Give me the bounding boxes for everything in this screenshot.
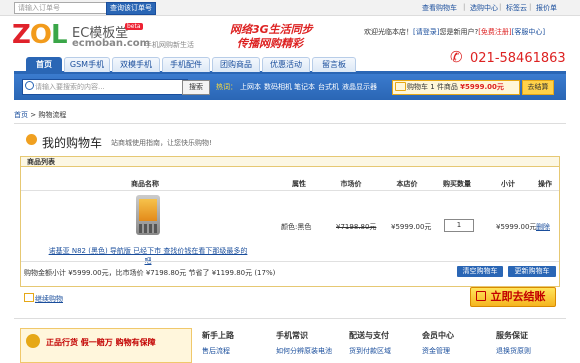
clear-cart-button[interactable]: 清空购物车 [457,266,503,277]
order-number-input[interactable]: 请输入订单号 [14,2,110,14]
footer-link[interactable]: 资金管理 [422,346,450,356]
guarantee-text: 正品行货 假一赔万 购物有保障 [46,338,156,347]
update-cart-button[interactable]: 更新购物车 [508,266,556,277]
medal-icon [26,334,40,348]
product-image-keypad [139,224,157,233]
footer-link[interactable]: 货到付款区域 [349,346,391,356]
column-header-quantity: 购买数量 [443,180,471,188]
cart-icon [476,291,486,301]
nav-tab-promotions[interactable]: 优惠活动 [262,57,310,72]
top-separator: | [529,3,532,11]
checkout-button[interactable]: 去结算 [522,80,554,95]
shopping-center-link[interactable]: 选购中心 [470,3,498,13]
footer-heading-knowledge: 手机常识 [276,331,308,340]
search-icon [25,81,34,90]
footer-link[interactable]: 如何分辨原装电池 [276,346,332,356]
hot-word-link[interactable]: 笔记本 [294,82,315,92]
settle-now-label: 立即去结账 [490,290,546,303]
register-link[interactable]: [免费注册] [478,28,511,36]
price-list-link[interactable]: 报价单 [536,3,557,13]
column-header-attr: 属性 [292,180,306,188]
cart-summary-label: 购物车 [407,83,428,91]
nav-tab-home[interactable]: 首页 [26,57,62,72]
cart-summary-amount: ¥5999.00元 [460,83,504,91]
footer-link[interactable]: 售后流程 [202,346,230,356]
cart-title-icon [26,134,37,145]
breadcrumb: 首页 > 购物流程 [14,110,66,120]
column-header-action: 操作 [538,180,552,188]
nav-tab-group-buy[interactable]: 团购商品 [212,57,260,72]
logo[interactable]: ZOL [12,20,68,50]
product-name-link[interactable]: 诺基亚 N82 (黑色) 导航版 已经下市 查找价钱在看下那级最多的吧 [48,246,248,266]
breadcrumb-separator: > [30,111,37,119]
column-header-market-price: 市场价 [340,180,362,188]
service-center-link[interactable]: [客服中心] [512,28,545,36]
order-query-button[interactable]: 查询该订单号 [106,2,156,15]
product-image-screen [139,199,157,221]
nav-tab-accessories[interactable]: 手机配件 [162,57,210,72]
footer-heading-service: 服务保证 [496,331,528,340]
cart-summary[interactable]: 购物车 1 件商品 ¥5999.00元 [392,80,520,95]
cart-summary-count: 1 件商品 [430,83,458,91]
hot-words-label: 热词： [216,83,237,91]
cart-total-summary: 购物金额小计 ¥5999.00元，比市场价 ¥7198.80元 节省了 ¥119… [24,269,276,277]
welcome-text: 欢迎光临本店！ [364,28,413,36]
hot-word-link[interactable]: 液晶显示器 [342,82,377,92]
product-shop-price: ¥5999.00元 [391,223,432,231]
footer-heading-newbie: 新手上路 [202,331,234,340]
tag-cloud-link[interactable]: 标签云 [506,3,527,13]
divider [14,123,566,124]
delete-item-link[interactable]: 删除 [536,222,550,232]
search-button[interactable]: 搜索 [182,80,210,95]
product-attribute: 颜色:黑色 [281,223,312,231]
product-market-price: ¥7198.80元 [336,223,377,231]
product-subtotal: ¥5999.00元 [496,223,537,231]
site-tagline: 手机网购新生活 [145,41,194,49]
new-user-text: 您是新用户? [439,28,479,36]
footer-heading-delivery: 配送与支付 [349,331,389,340]
footer-heading-member: 会员中心 [422,331,454,340]
divider [14,318,566,319]
product-list-header: 商品列表 [20,156,560,167]
page-title: 我的购物车 [42,136,103,150]
nav-tab-message-board[interactable]: 留言板 [312,57,356,72]
quantity-input[interactable]: 1 [444,219,474,232]
continue-shopping-link[interactable]: 继续购物 [35,294,63,304]
top-separator: | [499,3,502,11]
search-input[interactable]: 请输入要搜索的内容... [22,79,188,95]
nav-tab-gsm[interactable]: GSM手机 [64,57,110,72]
slogan-line-2: 传播网购精彩 [237,37,303,50]
hot-word-link[interactable]: 台式机 [318,82,339,92]
cart-tip: 站商城使用指南，让您快乐购物! [111,139,212,147]
column-header-name: 商品名称 [131,180,159,188]
beta-badge: beta [125,23,143,30]
nav-tab-dual-mode[interactable]: 双模手机 [112,57,160,72]
login-link[interactable]: [请登录] [413,28,439,36]
site-domain: ecmoban.com [72,38,151,49]
breadcrumb-home[interactable]: 首页 [14,111,28,119]
hot-word-link[interactable]: 上网本 [240,82,261,92]
column-header-subtotal: 小计 [501,180,515,188]
cart-icon [395,82,406,91]
breadcrumb-current: 购物流程 [38,111,67,119]
cart-icon [24,293,34,302]
top-separator: | [463,3,466,11]
column-header-shop-price: 本店价 [396,180,418,188]
divider [21,190,559,191]
footer-link[interactable]: 退换货原则 [496,346,531,356]
welcome-area: 欢迎光临本店！[请登录]您是新用户?[免费注册][客服中心] [364,27,545,37]
hot-word-link[interactable]: 数码相机 [264,82,292,92]
view-cart-link[interactable]: 查看购物车 [422,3,457,13]
divider [21,261,559,262]
